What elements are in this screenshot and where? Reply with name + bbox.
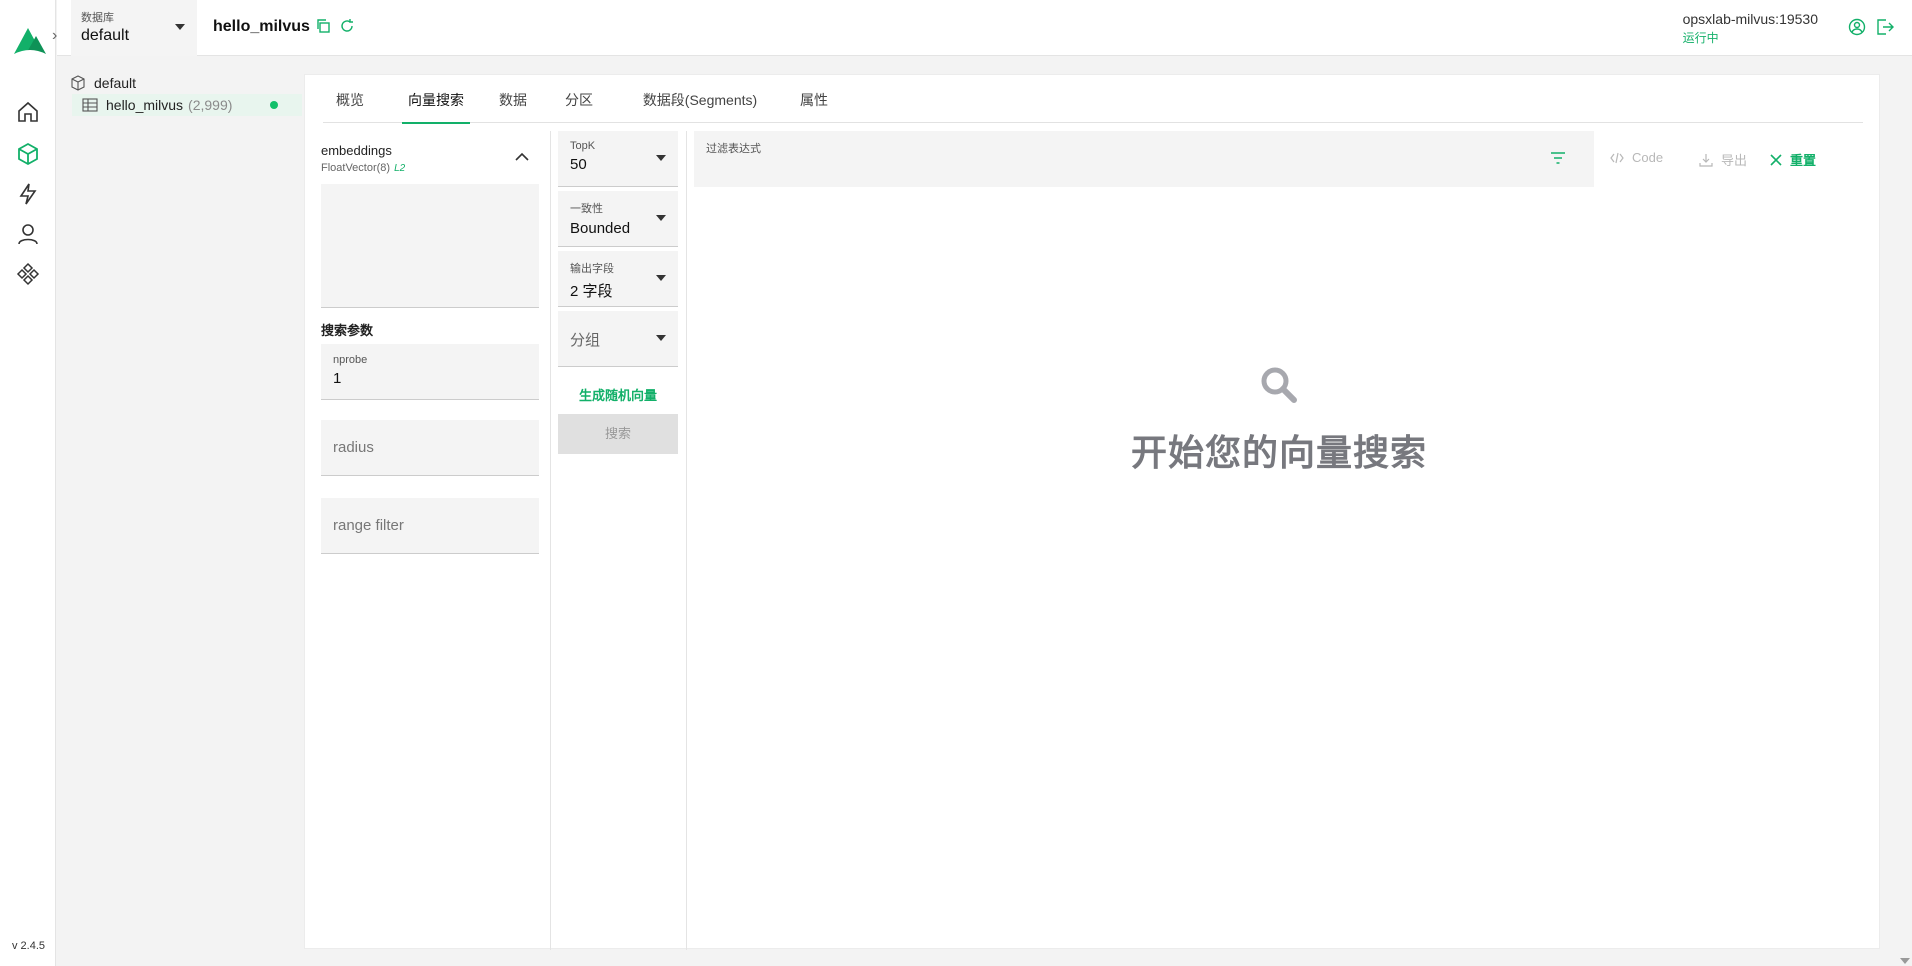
tree-database-default[interactable]: default <box>70 72 302 94</box>
database-cube-icon <box>71 75 85 91</box>
side-rail: › v 2.4.5 <box>0 0 57 966</box>
topk-value: 50 <box>570 156 587 173</box>
tab-bar: 概览 向量搜索 数据 分区 数据段(Segments) 属性 <box>323 75 1863 124</box>
user-account-icon[interactable] <box>1848 18 1866 36</box>
column-divider <box>550 131 551 950</box>
caret-down-icon <box>656 275 666 281</box>
logout-icon[interactable] <box>1876 18 1894 36</box>
tree-database-label: default <box>94 75 137 91</box>
connection-host: opsxlab-milvus:19530 <box>1682 11 1818 27</box>
output-fields-select[interactable]: 输出字段 2 字段 <box>558 251 678 307</box>
consistency-label: 一致性 <box>570 203 603 215</box>
empty-state: 开始您的向量搜索 <box>694 365 1864 476</box>
code-label: Code <box>1632 150 1664 165</box>
search-params-label: 搜索参数 <box>321 323 374 338</box>
generate-random-vector-link[interactable]: 生成随机向量 <box>558 385 678 404</box>
download-icon <box>1699 153 1713 167</box>
export-label: 导出 <box>1721 153 1748 168</box>
group-by-placeholder: 分组 <box>570 332 601 349</box>
caret-down-icon <box>656 215 666 221</box>
loaded-status-dot <box>270 101 278 109</box>
collection-title: hello_milvus <box>213 18 310 35</box>
consistency-select[interactable]: 一致性 Bounded <box>558 191 678 247</box>
connection-info: opsxlab-milvus:19530 运行中 <box>1683 11 1818 46</box>
copy-icon[interactable] <box>315 18 333 36</box>
range-filter-field[interactable]: range filter <box>321 498 539 554</box>
lightning-icon[interactable] <box>14 180 42 208</box>
nprobe-field[interactable]: nprobe 1 <box>321 344 539 400</box>
nprobe-label: nprobe <box>333 354 368 366</box>
filter-icon[interactable] <box>1550 151 1566 170</box>
vector-field-type-text: FloatVector(8) <box>321 162 391 174</box>
scroll-down-arrow-icon[interactable] <box>1900 958 1910 964</box>
export-button[interactable]: 导出 <box>1699 150 1747 169</box>
vector-input-column: embeddings FloatVector(8) L2 搜索参数 nprobe … <box>321 143 539 554</box>
group-by-select[interactable]: 分组 <box>558 311 678 367</box>
reset-label: 重置 <box>1790 153 1817 168</box>
radius-placeholder: radius <box>333 439 374 456</box>
version-label: v 2.4.5 <box>12 940 46 952</box>
topk-select[interactable]: TopK 50 <box>558 131 678 187</box>
search-magnifier-icon <box>1261 367 1297 403</box>
tree-collection-label: hello_milvus <box>106 97 184 113</box>
tab-data[interactable]: 数据 <box>494 75 532 123</box>
search-options-column: TopK 50 一致性 Bounded 输出字段 2 字段 分组 生成随机向量 … <box>558 131 678 454</box>
reset-button[interactable]: 重置 <box>1770 150 1816 169</box>
output-fields-value: 2 字段 <box>570 283 613 300</box>
collection-tree: default hello_milvus (2,999) <box>70 72 302 116</box>
radius-field[interactable]: radius <box>321 420 539 476</box>
database-select[interactable]: 数据库 default <box>71 0 197 56</box>
top-header: 数据库 default hello_milvus opsxlab-milvus:… <box>57 0 1912 56</box>
tab-segments[interactable]: 数据段(Segments) <box>642 75 758 123</box>
tab-vector-search[interactable]: 向量搜索 <box>402 75 470 124</box>
empty-state-text: 开始您的向量搜索 <box>1130 432 1427 473</box>
database-select-label: 数据库 <box>81 12 114 24</box>
nprobe-value: 1 <box>333 370 342 387</box>
consistency-value: Bounded <box>570 220 631 237</box>
collections-cube-icon[interactable] <box>14 140 42 168</box>
refresh-icon[interactable] <box>339 18 357 36</box>
chevron-up-icon[interactable] <box>515 149 529 167</box>
column-divider <box>686 131 687 950</box>
caret-down-icon <box>175 24 185 30</box>
tree-collection-count: (2,999) <box>188 97 233 113</box>
tab-overview[interactable]: 概览 <box>323 75 377 123</box>
user-icon[interactable] <box>14 220 42 248</box>
code-button[interactable]: Code <box>1610 150 1663 165</box>
tree-collection-hello-milvus[interactable]: hello_milvus (2,999) <box>72 94 302 116</box>
table-icon <box>82 98 98 112</box>
metric-type: L2 <box>394 163 406 174</box>
plugins-diamond-icon[interactable] <box>14 260 42 288</box>
code-icon <box>1610 152 1624 163</box>
search-button[interactable]: 搜索 <box>558 414 678 454</box>
caret-down-icon <box>656 335 666 341</box>
range-filter-placeholder: range filter <box>333 517 404 534</box>
topk-label: TopK <box>570 140 596 152</box>
vector-field-type: FloatVector(8) L2 <box>321 162 539 174</box>
close-icon <box>1770 153 1782 166</box>
tab-partitions[interactable]: 分区 <box>560 75 598 123</box>
vector-textarea[interactable] <box>321 184 539 308</box>
tab-properties[interactable]: 属性 <box>794 75 834 123</box>
connection-status: 运行中 <box>1682 31 1719 45</box>
filter-expression-label: 过滤表达式 <box>706 143 761 155</box>
database-select-value: default <box>81 27 130 44</box>
caret-down-icon <box>656 155 666 161</box>
vector-field-name: embeddings <box>321 143 392 158</box>
output-fields-label: 输出字段 <box>570 263 614 275</box>
main-panel: 概览 向量搜索 数据 分区 数据段(Segments) 属性 embedding… <box>304 74 1880 950</box>
milvus-logo[interactable] <box>12 24 48 61</box>
filter-expression-input[interactable]: 过滤表达式 <box>694 131 1594 187</box>
home-icon[interactable] <box>14 98 42 126</box>
